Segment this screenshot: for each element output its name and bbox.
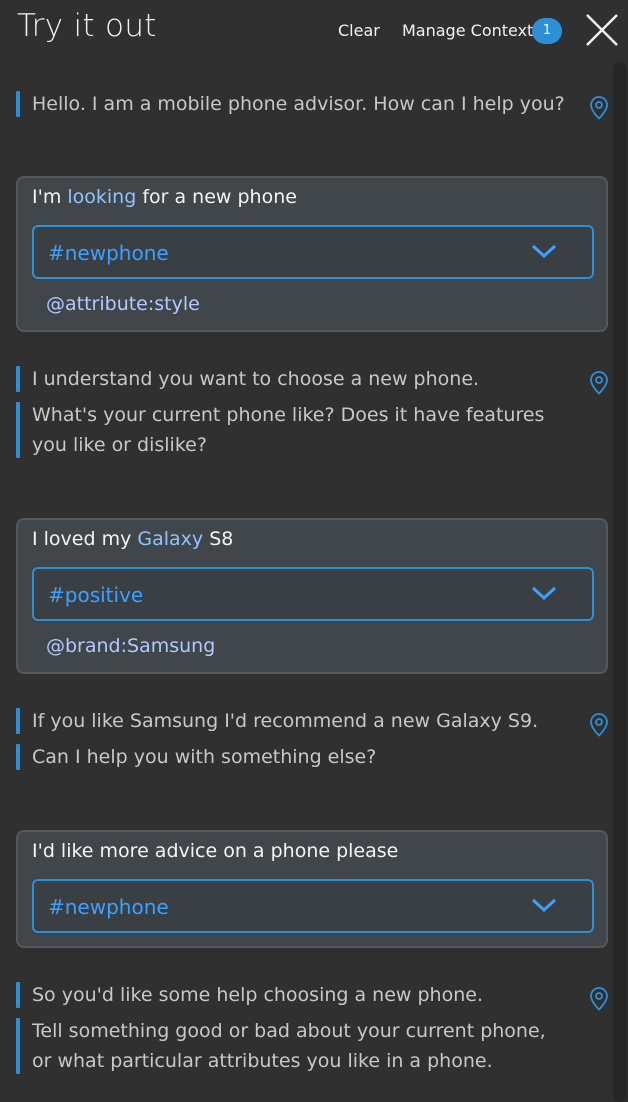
- bot-message-line: If you like Samsung I'd recommend a new …: [16, 706, 552, 736]
- intent-label: #positive: [48, 583, 144, 607]
- user-message-text: I'd like more advice on a phone please: [32, 840, 399, 862]
- close-button[interactable]: [584, 12, 620, 48]
- header: Try it out Clear Manage Context 1: [0, 0, 628, 60]
- user-text-segment: for a new phone: [136, 186, 297, 208]
- close-icon: [586, 14, 618, 46]
- highlighted-word[interactable]: Galaxy: [137, 528, 203, 550]
- bot-message: If you like Samsung I'd recommend a new …: [16, 706, 552, 778]
- user-message-card: I'd like more advice on a phone please #…: [16, 830, 608, 948]
- intent-dropdown[interactable]: #newphone: [32, 879, 594, 933]
- location-pin-icon[interactable]: [589, 987, 609, 1011]
- chevron-down-icon: [531, 586, 557, 601]
- bot-message-line: Can I help you with something else?: [16, 742, 552, 772]
- user-message-text: I loved my Galaxy S8: [32, 528, 233, 550]
- location-pin-icon[interactable]: [589, 371, 609, 395]
- intent-label: #newphone: [48, 241, 169, 265]
- user-text-segment: S8: [203, 528, 234, 550]
- bot-message-line: So you'd like some help choosing a new p…: [16, 980, 552, 1010]
- bot-message-line: Tell something good or bad about your cu…: [16, 1016, 552, 1076]
- user-message-text: I'm looking for a new phone: [32, 186, 297, 208]
- user-message-card: I loved my Galaxy S8 #positive @brand:Sa…: [16, 518, 608, 674]
- bot-message-line: I understand you want to choose a new ph…: [16, 364, 552, 394]
- user-message-card: I'm looking for a new phone #newphone @a…: [16, 176, 608, 332]
- manage-context-button[interactable]: Manage Context: [402, 21, 533, 40]
- context-count-badge[interactable]: 1: [532, 18, 562, 44]
- bot-message: Hello. I am a mobile phone advisor. How …: [16, 89, 592, 125]
- intent-dropdown[interactable]: #positive: [32, 567, 594, 621]
- entity-label[interactable]: @attribute:style: [46, 293, 200, 315]
- scrollbar[interactable]: [613, 62, 627, 1102]
- bot-message-line: What's your current phone like? Does it …: [16, 400, 552, 460]
- entity-label[interactable]: @brand:Samsung: [46, 635, 215, 657]
- highlighted-word[interactable]: looking: [67, 186, 136, 208]
- bot-message: I understand you want to choose a new ph…: [16, 364, 552, 466]
- chevron-down-icon: [531, 244, 557, 259]
- user-text-segment: I'm: [32, 186, 68, 208]
- user-text-segment: I loved my: [32, 528, 138, 550]
- location-pin-icon[interactable]: [589, 96, 609, 120]
- bot-message-line: Hello. I am a mobile phone advisor. How …: [16, 89, 592, 119]
- intent-dropdown[interactable]: #newphone: [32, 225, 594, 279]
- bot-message: So you'd like some help choosing a new p…: [16, 980, 552, 1082]
- clear-button[interactable]: Clear: [338, 21, 380, 40]
- intent-label: #newphone: [48, 895, 169, 919]
- chevron-down-icon: [531, 898, 557, 913]
- location-pin-icon[interactable]: [589, 713, 609, 737]
- panel-title: Try it out: [17, 8, 157, 44]
